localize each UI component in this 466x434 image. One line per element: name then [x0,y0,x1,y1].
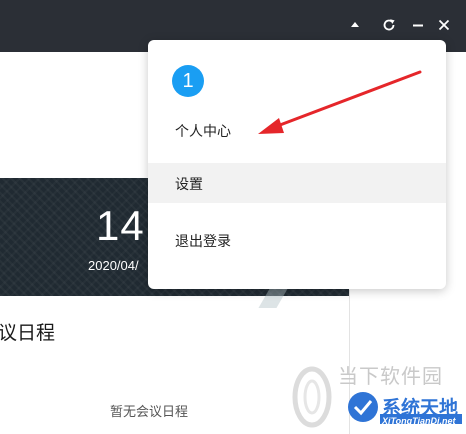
menu-item-logout[interactable]: 退出登录 [148,220,446,260]
watermark-url: XiTongTianDi.net [382,416,456,426]
empty-schedule-text: 暂无会议日程 [110,405,189,420]
close-icon[interactable] [433,14,455,36]
menu-item-settings[interactable]: 设置 [148,163,446,203]
minimize-icon[interactable] [407,14,429,36]
watermark-text: 当下软件园 [338,364,443,388]
meeting-schedule-title: 议日程 [0,322,56,344]
arrow-up-icon[interactable] [344,14,366,36]
menu-item-label: 个人中心 [175,124,231,140]
user-dropdown-menu: 1 个人中心 设置 退出登录 [148,40,446,289]
menu-item-label: 设置 [175,177,203,193]
watermark-logo-icon [292,366,332,428]
menu-item-label: 退出登录 [175,234,231,250]
menu-item-profile[interactable]: 个人中心 [148,110,446,150]
step-number-badge: 1 [172,65,204,97]
refresh-icon[interactable] [378,14,400,36]
clock-date: 2020/04/ [88,258,139,273]
watermark: 当下软件园 系统天地 XiTongTianDi.net [290,360,466,434]
